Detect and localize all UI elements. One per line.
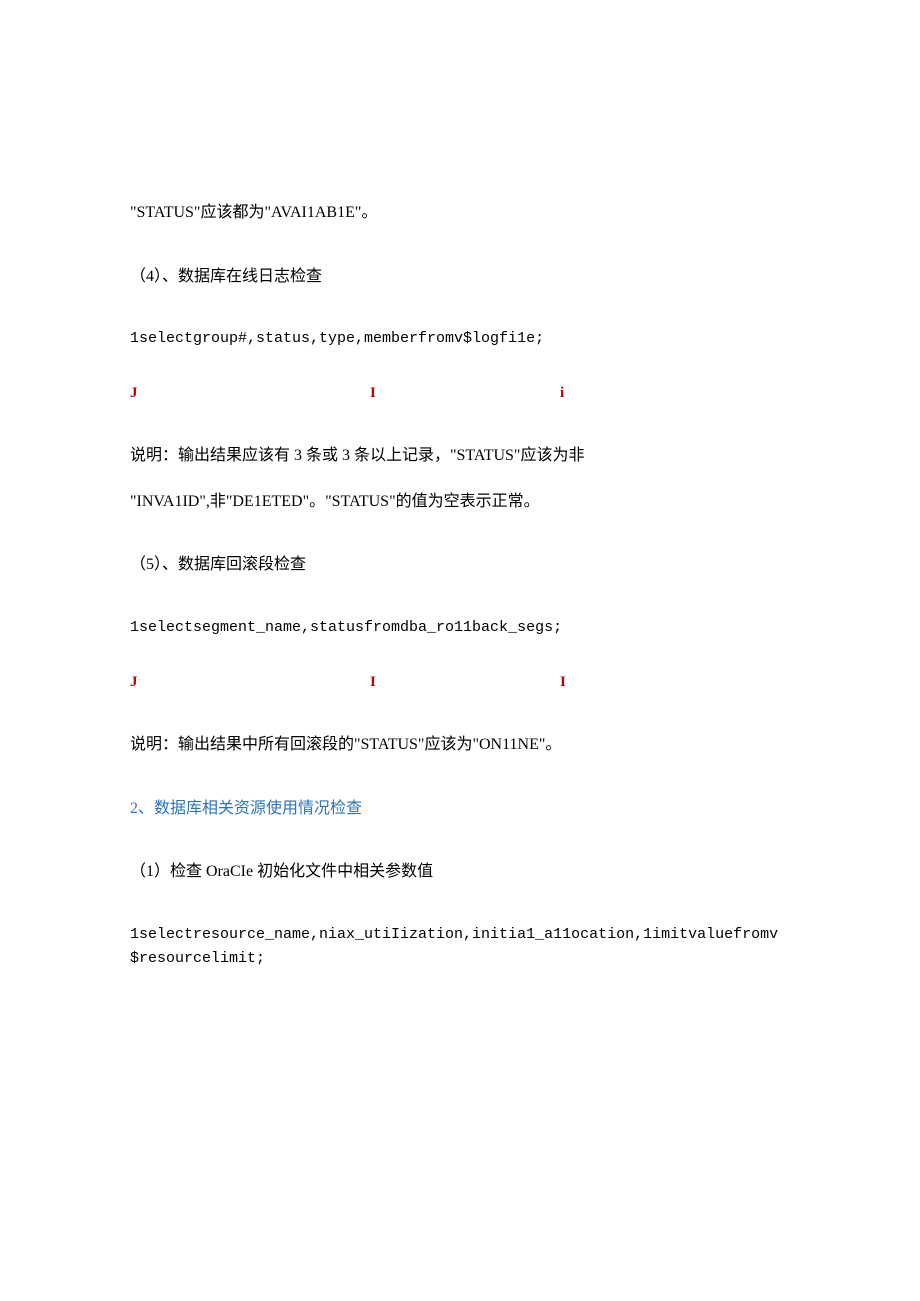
sql-query-rollback: 1selectsegment_name,statusfromdba_ro11ba… — [130, 616, 790, 640]
section-2-1-title: （1）检查 OraCIe 初始化文件中相关参数值 — [130, 859, 790, 885]
section-4-title: （4）、数据库在线日志检查 — [130, 264, 790, 290]
marker-2a: J — [130, 670, 370, 694]
marker-row-2: J I I — [130, 670, 790, 694]
marker-1b: I — [370, 381, 560, 405]
marker-row-1: J I i — [130, 381, 790, 405]
marker-2b: I — [370, 670, 560, 694]
sql-query-resource-limit: 1selectresource_name,niax_utiIization,in… — [130, 923, 790, 971]
marker-2c: I — [560, 670, 566, 694]
logfile-explain-line1: 说明：输出结果应该有 3 条或 3 条以上记录，"STATUS"应该为非 — [130, 443, 790, 469]
sql-query-logfile: 1selectgroup#,status,type,memberfromv$lo… — [130, 327, 790, 351]
status-available-note: "STATUS"应该都为"AVAI1AB1E"。 — [130, 200, 790, 226]
heading-2-resources: 2、数据库相关资源使用情况检查 — [130, 796, 790, 822]
rollback-explain: 说明：输出结果中所有回滚段的"STATUS"应该为"ON11NE"。 — [130, 732, 790, 758]
marker-1a: J — [130, 381, 370, 405]
marker-1c: i — [560, 381, 564, 405]
logfile-explain-line2: "INVA1ID",非"DE1ETED"。"STATUS"的值为空表示正常。 — [130, 489, 790, 515]
section-5-title: （5）、数据库回滚段检查 — [130, 552, 790, 578]
